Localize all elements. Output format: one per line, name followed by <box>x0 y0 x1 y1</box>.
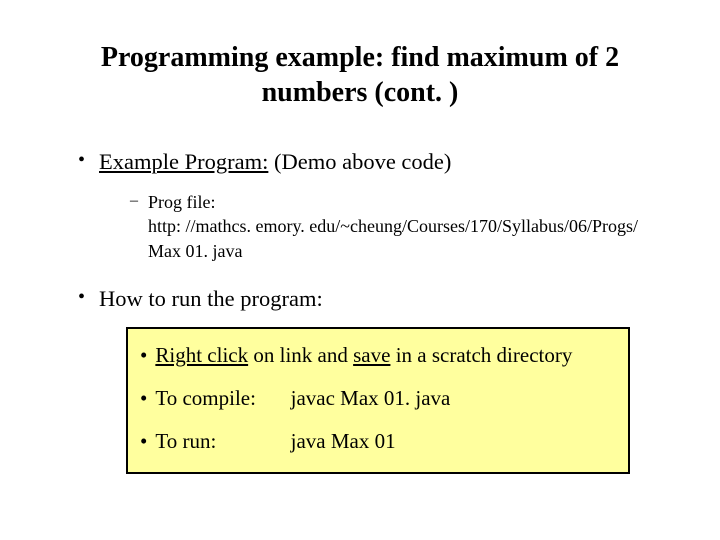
bullet-example-program: • Example Program: (Demo above code) <box>58 148 662 176</box>
dash-icon: – <box>130 190 138 212</box>
box-line-compile: • To compile: javac Max 01. java <box>140 386 616 411</box>
slide-title: Programming example: find maximum of 2 n… <box>58 40 662 110</box>
compile-command: javac Max 01. java <box>291 386 451 410</box>
box-line-text: To run: java Max 01 <box>155 429 395 454</box>
instructions-box: • Right click on link and save in a scra… <box>126 327 630 474</box>
sub-bullet-progfile: – Prog file: http: //mathcs. emory. edu/… <box>58 190 662 263</box>
box-line-run: • To run: java Max 01 <box>140 429 616 454</box>
bullet-dot-icon: • <box>78 285 85 309</box>
progfile-url: http: //mathcs. emory. edu/~cheung/Cours… <box>148 216 638 260</box>
save-text: save <box>353 343 390 367</box>
run-command: java Max 01 <box>291 429 396 453</box>
on-link-text: on link and <box>248 343 353 367</box>
example-program-rest: (Demo above code) <box>268 149 451 174</box>
scratch-dir-text: in a scratch directory <box>390 343 572 367</box>
compile-label: To compile: <box>155 386 273 411</box>
progfile-label: Prog file: <box>148 192 216 212</box>
example-program-label: Example Program: <box>99 149 268 174</box>
box-line-text: Right click on link and save in a scratc… <box>155 343 572 368</box>
bullet-text: Example Program: (Demo above code) <box>99 148 451 176</box>
run-label: To run: <box>155 429 273 454</box>
box-line-rightclick: • Right click on link and save in a scra… <box>140 343 616 368</box>
how-to-run-label: How to run the program: <box>99 285 323 313</box>
bullet-dot-icon: • <box>140 386 147 411</box>
right-click-text: Right click <box>155 343 248 367</box>
bullet-dot-icon: • <box>78 148 85 172</box>
slide: Programming example: find maximum of 2 n… <box>0 0 720 504</box>
bullet-how-to-run: • How to run the program: <box>58 285 662 313</box>
bullet-dot-icon: • <box>140 429 147 454</box>
bullet-dot-icon: • <box>140 343 147 368</box>
box-line-text: To compile: javac Max 01. java <box>155 386 450 411</box>
sub-text: Prog file: http: //mathcs. emory. edu/~c… <box>148 190 662 263</box>
